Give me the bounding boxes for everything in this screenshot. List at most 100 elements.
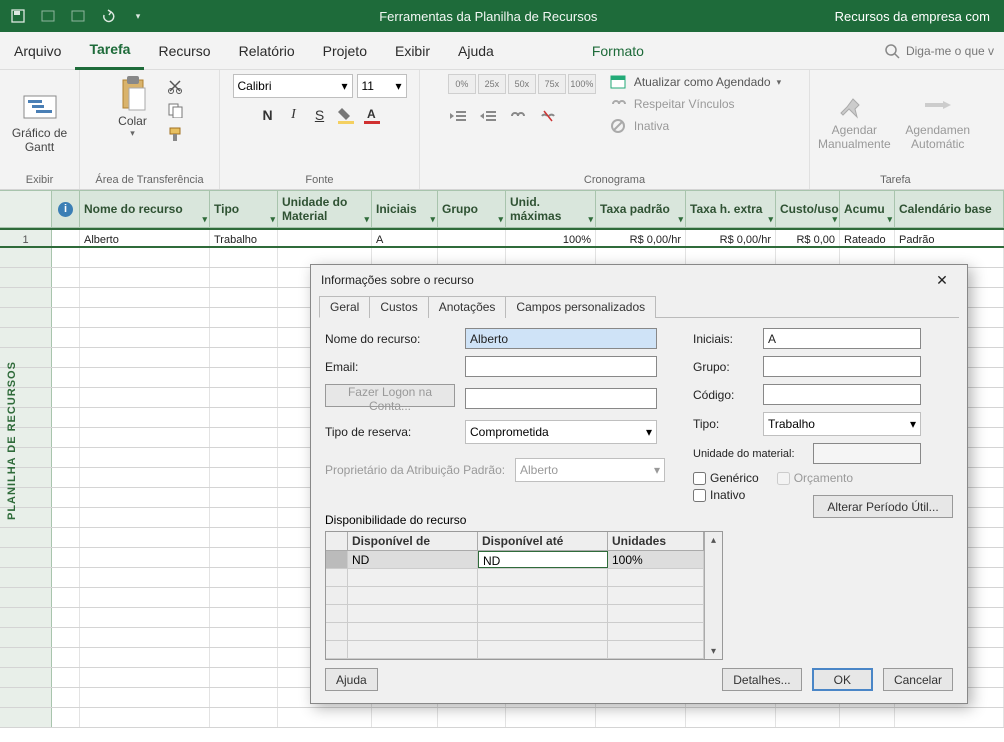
- detalhes-button[interactable]: Detalhes...: [722, 668, 801, 691]
- zoom-0[interactable]: 0%: [448, 74, 476, 94]
- zoom-75[interactable]: 75x: [538, 74, 566, 94]
- reserva-combo[interactable]: Comprometida▾: [465, 420, 657, 444]
- format-painter-icon[interactable]: [167, 126, 185, 142]
- nome-field[interactable]: [465, 328, 657, 349]
- cell-unidades[interactable]: 100%: [608, 551, 704, 568]
- grupo-field[interactable]: [763, 356, 921, 377]
- save-icon[interactable]: [10, 8, 26, 24]
- generico-checkbox[interactable]: Genérico: [693, 471, 759, 485]
- alterar-periodo-button[interactable]: Alterar Período Útil...: [813, 495, 953, 518]
- email-field[interactable]: [465, 356, 657, 377]
- cancelar-button[interactable]: Cancelar: [883, 668, 953, 691]
- font-family-combo[interactable]: Calibri▾: [233, 74, 353, 98]
- cell-taxa[interactable]: R$ 0,00/hr: [596, 230, 686, 246]
- close-button[interactable]: ✕: [927, 265, 957, 295]
- table-row[interactable]: 1 Alberto Trabalho A 100% R$ 0,00/hr R$ …: [0, 228, 1004, 248]
- iniciais-field[interactable]: [763, 328, 921, 349]
- cell-taxah[interactable]: R$ 0,00/hr: [686, 230, 776, 246]
- ok-button[interactable]: OK: [812, 668, 873, 691]
- col-custouso[interactable]: Custo/uso▾: [776, 191, 840, 227]
- cell-custouso[interactable]: R$ 0,00: [776, 230, 840, 246]
- menu-arquivo[interactable]: Arquivo: [0, 32, 75, 70]
- col-dispde[interactable]: Disponível de: [348, 532, 478, 550]
- menu-projeto[interactable]: Projeto: [309, 32, 381, 70]
- cell-cal[interactable]: Padrão: [895, 230, 1004, 246]
- menu-relatorio[interactable]: Relatório: [225, 32, 309, 70]
- indent-icon[interactable]: [478, 108, 498, 124]
- search-icon: [884, 43, 900, 59]
- font-size-combo[interactable]: 11▾: [357, 74, 407, 98]
- col-taxah[interactable]: Taxa h. extra▾: [686, 191, 776, 227]
- orcamento-checkbox: Orçamento: [777, 471, 853, 485]
- font-color-button[interactable]: A: [361, 104, 383, 126]
- col-grupo[interactable]: Grupo▾: [438, 191, 506, 227]
- col-tipo[interactable]: Tipo▾: [210, 191, 278, 227]
- menu-ajuda[interactable]: Ajuda: [444, 32, 508, 70]
- tab-campos[interactable]: Campos personalizados: [505, 296, 656, 318]
- col-iniciais[interactable]: Iniciais▾: [372, 191, 438, 227]
- undo-icon[interactable]: [100, 8, 116, 24]
- tell-me-search[interactable]: Diga-me o que v: [884, 43, 1004, 59]
- scroll-up-icon[interactable]: ▴: [705, 532, 722, 548]
- copy-icon[interactable]: [167, 102, 185, 118]
- respect-links-button[interactable]: Respeitar Vínculos: [610, 96, 781, 112]
- col-unidade[interactable]: Unidade do Material▾: [278, 191, 372, 227]
- col-taxa[interactable]: Taxa padrão▾: [596, 191, 686, 227]
- tab-geral[interactable]: Geral: [319, 296, 370, 318]
- col-nome[interactable]: Nome do recurso▾: [80, 191, 210, 227]
- resource-info-dialog: Informações sobre o recurso ✕ Geral Cust…: [310, 264, 968, 704]
- underline-button[interactable]: S: [309, 104, 331, 126]
- link-icon[interactable]: [508, 108, 528, 124]
- chevron-down-icon: ▾: [654, 463, 660, 477]
- cell-iniciais[interactable]: A: [372, 230, 438, 246]
- codigo-field[interactable]: [763, 384, 921, 405]
- cell-acumu[interactable]: Rateado: [840, 230, 895, 246]
- unlink-icon[interactable]: [538, 108, 558, 124]
- paste-dropdown-icon[interactable]: ▾: [130, 128, 135, 139]
- fill-color-button[interactable]: [335, 104, 357, 126]
- menu-exibir[interactable]: Exibir: [381, 32, 444, 70]
- zoom-25[interactable]: 25x: [478, 74, 506, 94]
- inactive-button[interactable]: Inativa: [610, 118, 781, 134]
- avail-scrollbar[interactable]: ▴ ▾: [704, 532, 722, 659]
- scroll-down-icon[interactable]: ▾: [705, 643, 722, 659]
- tab-anotacoes[interactable]: Anotações: [428, 296, 507, 318]
- zoom-100[interactable]: 100%: [568, 74, 596, 94]
- chevron-down-icon: ▾: [341, 79, 347, 93]
- col-calendario[interactable]: Calendário base: [895, 191, 1004, 227]
- tipo-combo[interactable]: Trabalho▾: [763, 412, 921, 436]
- tab-custos[interactable]: Custos: [369, 296, 428, 318]
- col-info[interactable]: i: [52, 191, 80, 227]
- menu-formato[interactable]: Formato: [578, 32, 658, 70]
- gantt-button[interactable]: Gráfico de Gantt: [10, 92, 70, 154]
- qat-icon-1[interactable]: [40, 8, 56, 24]
- redo-dropdown-icon[interactable]: ▾: [130, 8, 146, 24]
- cell-unidmax[interactable]: 100%: [506, 230, 596, 246]
- paste-button[interactable]: Colar ▾: [115, 74, 151, 139]
- italic-button[interactable]: I: [283, 104, 305, 126]
- outdent-icon[interactable]: [448, 108, 468, 124]
- bold-button[interactable]: N: [257, 104, 279, 126]
- qat-icon-2[interactable]: [70, 8, 86, 24]
- col-unidmax[interactable]: Unid. máximas▾: [506, 191, 596, 227]
- zoom-50[interactable]: 50x: [508, 74, 536, 94]
- schedule-auto-label: Agendamen Automátic: [905, 123, 970, 151]
- menu-tarefa[interactable]: Tarefa: [75, 32, 144, 70]
- schedule-manual-button[interactable]: Agendar Manualmente: [818, 95, 891, 151]
- cell-dispde[interactable]: ND: [348, 551, 478, 568]
- table-row[interactable]: [0, 708, 1004, 728]
- cut-icon[interactable]: [167, 78, 185, 94]
- schedule-auto-button[interactable]: Agendamen Automátic: [903, 95, 973, 151]
- col-dispate[interactable]: Disponível até: [478, 532, 608, 550]
- col-acumu[interactable]: Acumu▾: [840, 191, 895, 227]
- menu-recurso[interactable]: Recurso: [144, 32, 224, 70]
- respect-links-label: Respeitar Vínculos: [634, 97, 735, 111]
- cell-tipo[interactable]: Trabalho: [210, 230, 278, 246]
- account-field[interactable]: [465, 388, 657, 409]
- col-unidades[interactable]: Unidades: [608, 532, 704, 550]
- cell-nome[interactable]: Alberto: [80, 230, 210, 246]
- avail-row[interactable]: ND ND 100%: [326, 551, 704, 569]
- update-scheduled-button[interactable]: Atualizar como Agendado▾: [610, 74, 781, 90]
- cell-dispate[interactable]: ND: [478, 551, 608, 568]
- ajuda-button[interactable]: Ajuda: [325, 668, 378, 691]
